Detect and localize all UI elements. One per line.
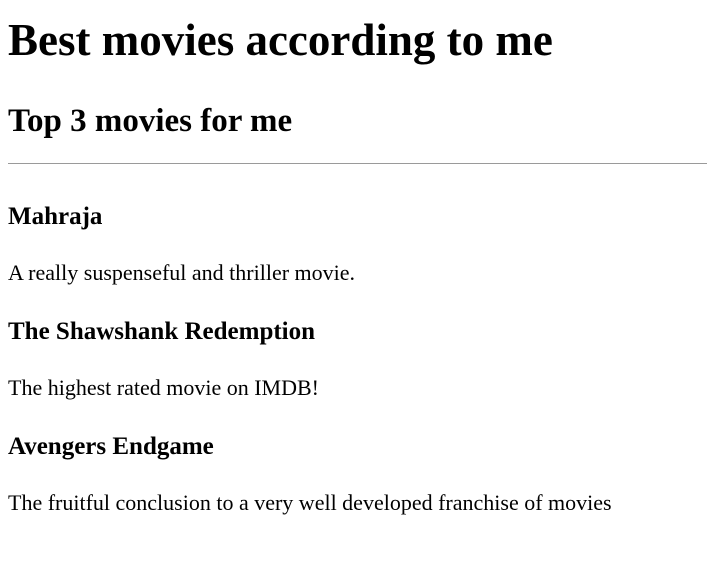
page-title: Best movies according to me	[8, 15, 553, 65]
movie-item: Avengers Endgame The fruitful conclusion…	[8, 428, 698, 543]
page: Best movies according to me Top 3 movies…	[0, 0, 707, 571]
movie-item: Mahraja A really suspenseful and thrille…	[8, 198, 698, 313]
movie-description: The highest rated movie on IMDB!	[8, 375, 319, 400]
page-subtitle: Top 3 movies for me	[8, 103, 293, 139]
divider	[8, 163, 707, 164]
movie-title: The Shawshank Redemption	[8, 318, 316, 345]
movie-description: A really suspenseful and thriller movie.	[8, 260, 356, 285]
movie-description: The fruitful conclusion to a very well d…	[8, 490, 612, 515]
movie-title: Avengers Endgame	[8, 433, 214, 460]
movie-item: The Shawshank Redemption The highest rat…	[8, 313, 698, 428]
movie-title: Mahraja	[8, 203, 103, 230]
movie-list: Mahraja A really suspenseful and thrille…	[8, 198, 698, 543]
